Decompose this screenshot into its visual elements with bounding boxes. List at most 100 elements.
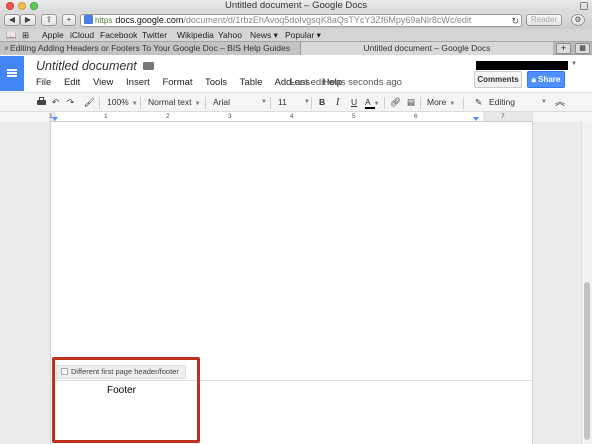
share-label: Share bbox=[538, 75, 561, 84]
comment-icon[interactable]: ▤ bbox=[407, 96, 415, 109]
bookmark-item[interactable]: Wikipedia bbox=[177, 29, 214, 41]
zoom-value: 100% bbox=[107, 97, 129, 107]
editing-mode-label: Editing bbox=[489, 97, 515, 107]
tab-google-docs[interactable]: Untitled document – Google Docs bbox=[301, 42, 553, 55]
ruler-number: 2 bbox=[166, 113, 170, 120]
ruler-number: 6 bbox=[414, 113, 418, 120]
bookmark-item[interactable]: News ▾ bbox=[250, 29, 278, 41]
paint-format-icon[interactable]: 🖌︎ bbox=[84, 96, 95, 109]
document-title[interactable]: Untitled document bbox=[36, 59, 137, 73]
bookmarks-bar: 📖 ⊞ Apple iCloud Facebook Twitter Wikipe… bbox=[0, 29, 592, 41]
bookmark-item[interactable]: Facebook bbox=[100, 29, 137, 41]
menu-view[interactable]: View bbox=[93, 77, 113, 88]
footer-options: Different first page header/footer bbox=[56, 365, 186, 379]
window-minimize-icon[interactable] bbox=[18, 2, 26, 10]
ruler-number: 4 bbox=[290, 113, 294, 120]
style-select[interactable]: Normal text ▼ bbox=[148, 96, 200, 109]
bookmark-item[interactable]: iCloud bbox=[70, 29, 94, 41]
forward-button[interactable]: ▶ bbox=[20, 14, 36, 26]
close-tab-icon[interactable]: × bbox=[4, 42, 9, 55]
document-page[interactable]: Different first page header/footer Foote… bbox=[50, 122, 534, 444]
menu-format[interactable]: Format bbox=[162, 77, 192, 88]
reading-list-icon[interactable]: 📖 bbox=[6, 29, 17, 41]
redo-icon[interactable]: ↷ bbox=[67, 96, 74, 109]
bookmark-item[interactable]: Twitter bbox=[142, 29, 167, 41]
ruler-number: 7 bbox=[501, 113, 505, 120]
new-tab-icon[interactable]: + bbox=[556, 43, 571, 54]
ruler-number: 5 bbox=[352, 113, 356, 120]
url-path: /document/d/1rbzEhAvoq5doIvgsqK8aQsTYcY3… bbox=[183, 15, 472, 25]
text-color-letter: A bbox=[365, 97, 371, 107]
menu-tools[interactable]: Tools bbox=[205, 77, 227, 88]
menu-table[interactable]: Table bbox=[240, 77, 263, 88]
zoom-select[interactable]: 100% ▼ bbox=[107, 96, 138, 109]
link-icon[interactable]: 🔗︎ bbox=[390, 96, 401, 109]
account-caret-icon[interactable]: ▼ bbox=[571, 61, 577, 67]
address-bar[interactable]: https docs.google.com/document/d/1rbzEhAv… bbox=[80, 14, 522, 27]
bookmark-item[interactable]: Apple bbox=[42, 29, 64, 41]
back-button[interactable]: ◀ bbox=[4, 14, 20, 26]
ruler-area: 1 1 2 3 4 5 6 7 bbox=[0, 112, 592, 122]
window-zoom-icon[interactable] bbox=[30, 2, 38, 10]
underline-button[interactable]: U bbox=[351, 96, 357, 109]
vertical-scrollbar[interactable] bbox=[581, 122, 592, 444]
top-sites-icon[interactable]: ⊞ bbox=[22, 29, 29, 41]
formatting-toolbar: ↶ ↷ 🖌︎ 100% ▼ Normal text ▼ Arial ▼ 11 ▼ B I… bbox=[0, 92, 592, 112]
star-icon[interactable]: ☆ bbox=[127, 59, 138, 73]
browser-toolbar: ◀ ▶ ⇪ + https docs.google.com/document/d/… bbox=[0, 12, 592, 29]
ruler-number: 3 bbox=[228, 113, 232, 120]
settings-gear-icon[interactable]: ⚙ bbox=[571, 14, 585, 26]
menu-edit[interactable]: Edit bbox=[64, 77, 80, 88]
style-value: Normal text bbox=[148, 97, 192, 107]
document-canvas: Different first page header/footer Foote… bbox=[0, 122, 581, 444]
different-first-page-checkbox[interactable] bbox=[61, 368, 68, 375]
font-size-value: 11 bbox=[278, 97, 287, 107]
add-bookmark-icon[interactable]: + bbox=[62, 14, 76, 26]
font-size-select[interactable]: 11 ▼ bbox=[278, 96, 310, 109]
italic-button[interactable]: I bbox=[336, 96, 339, 109]
bookmark-item[interactable]: Yahoo bbox=[218, 29, 242, 41]
text-color-button[interactable]: A ▼ bbox=[365, 96, 380, 109]
reader-button[interactable]: Reader bbox=[526, 14, 562, 26]
docs-logo-icon[interactable] bbox=[0, 56, 24, 91]
different-first-page-label[interactable]: Different first page header/footer bbox=[71, 367, 179, 376]
fullscreen-icon[interactable] bbox=[580, 2, 588, 10]
window-titlebar: Untitled document – Google Docs bbox=[0, 0, 592, 12]
bookmark-item[interactable]: Popular ▾ bbox=[285, 29, 321, 41]
url-host: docs.google.com bbox=[115, 15, 184, 25]
more-button[interactable]: More ▼ bbox=[427, 96, 455, 109]
docs-header: Untitled document ☆ File Edit View Inser… bbox=[0, 55, 592, 92]
more-label: More bbox=[427, 97, 447, 107]
share-button[interactable]: 🔒︎ Share bbox=[527, 71, 565, 88]
docs-favicon-icon bbox=[84, 15, 93, 24]
folder-icon[interactable] bbox=[143, 62, 154, 70]
undo-icon[interactable]: ↶ bbox=[52, 96, 59, 109]
print-icon[interactable] bbox=[36, 96, 46, 109]
window-close-icon[interactable] bbox=[6, 2, 14, 10]
url-scheme: https bbox=[95, 16, 113, 25]
comments-button[interactable]: Comments bbox=[474, 71, 522, 88]
ruler-number: 1 bbox=[49, 113, 53, 120]
tab-label: Editing Adding Headers or Footers To You… bbox=[9, 43, 291, 53]
footer-divider bbox=[51, 380, 534, 381]
pencil-icon: ✎ bbox=[475, 97, 483, 107]
menu-insert[interactable]: Insert bbox=[126, 77, 150, 88]
collapse-toolbar-icon[interactable]: ︽ bbox=[555, 96, 565, 109]
tab-bis-help-guides[interactable]: × Editing Adding Headers or Footers To Y… bbox=[0, 42, 301, 55]
account-name[interactable] bbox=[476, 61, 568, 70]
font-value: Arial bbox=[213, 97, 231, 107]
menu-file[interactable]: File bbox=[36, 77, 51, 88]
window-title: Untitled document – Google Docs bbox=[224, 0, 368, 11]
right-indent-marker-icon[interactable] bbox=[473, 117, 479, 121]
share-page-icon[interactable]: ⇪ bbox=[41, 14, 57, 26]
tab-label: Untitled document – Google Docs bbox=[363, 43, 491, 53]
last-edit-status[interactable]: Last edit was seconds ago bbox=[290, 77, 402, 88]
bold-button[interactable]: B bbox=[319, 96, 325, 109]
ruler[interactable]: 1 1 2 3 4 5 6 7 bbox=[49, 112, 533, 122]
reload-icon[interactable]: ↻ bbox=[511, 16, 519, 26]
editing-mode-select[interactable]: Editing ▼ bbox=[489, 96, 547, 109]
tab-overview-icon[interactable]: ▦ bbox=[575, 43, 590, 54]
footer-text[interactable]: Footer bbox=[107, 385, 136, 396]
font-select[interactable]: Arial ▼ bbox=[213, 96, 267, 109]
scrollbar-thumb[interactable] bbox=[584, 282, 590, 440]
